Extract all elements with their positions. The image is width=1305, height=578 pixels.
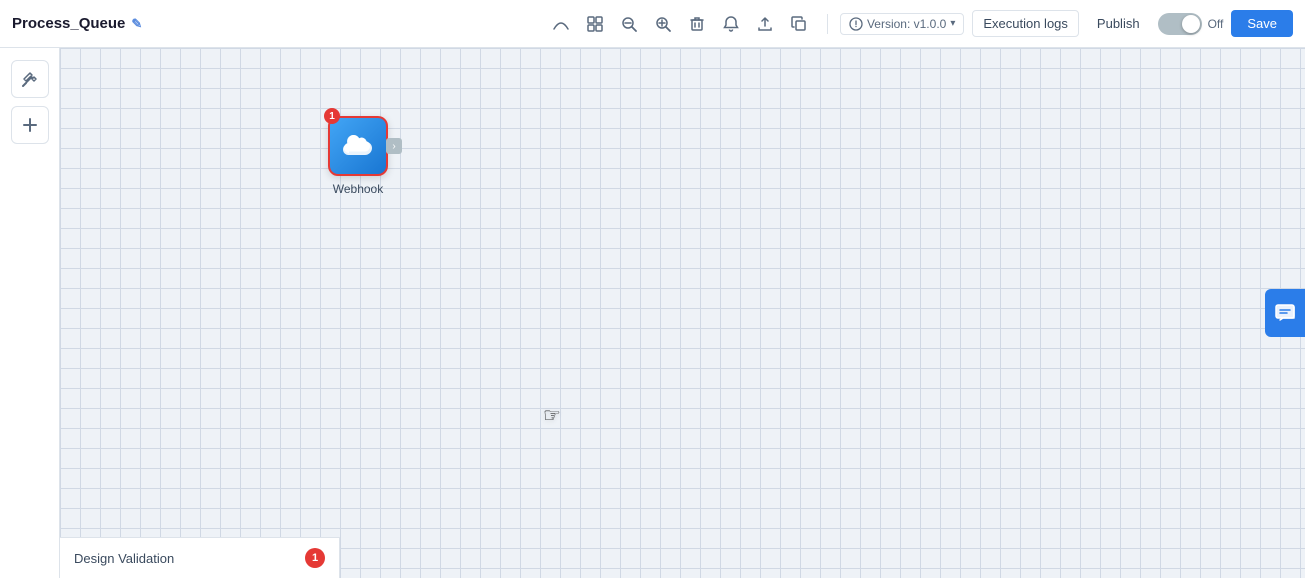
save-button[interactable]: Save [1231, 10, 1293, 37]
zoom-out-button[interactable] [613, 8, 645, 40]
curve-tool-button[interactable] [545, 8, 577, 40]
version-caret-icon: ▾ [950, 18, 955, 29]
page-title: Process_Queue ✎ [12, 15, 142, 32]
title-text: Process_Queue [12, 15, 125, 32]
node-box[interactable]: › [328, 116, 388, 176]
copy-button[interactable] [783, 8, 815, 40]
cloud-icon [341, 133, 375, 159]
left-sidebar [0, 48, 60, 578]
tools-button[interactable] [11, 60, 49, 98]
cursor: ☞ [543, 403, 561, 428]
right-panel-button[interactable] [1265, 289, 1305, 337]
upload-button[interactable] [749, 8, 781, 40]
toggle-container: Off [1158, 13, 1224, 35]
header: Process_Queue ✎ [0, 0, 1305, 48]
toggle-label: Off [1208, 17, 1224, 31]
delete-button[interactable] [681, 8, 713, 40]
publish-button[interactable]: Publish [1087, 11, 1150, 36]
toggle-switch[interactable] [1158, 13, 1202, 35]
toolbar-group [545, 8, 815, 40]
design-validation-label: Design Validation [74, 551, 174, 566]
add-node-button[interactable] [11, 106, 49, 144]
version-text: Version: v1.0.0 [867, 17, 946, 31]
grid-tool-button[interactable] [579, 8, 611, 40]
node-error-badge: 1 [324, 108, 340, 124]
version-badge[interactable]: Version: v1.0.0 ▾ [840, 13, 964, 35]
node-expand-arrow[interactable]: › [386, 138, 402, 154]
main-area: 1 › Webhook ☞ Design Validation 1 [0, 48, 1305, 578]
chat-icon [1274, 302, 1296, 324]
design-validation-panel[interactable]: Design Validation 1 [60, 537, 340, 578]
error-count-badge: 1 [305, 548, 325, 568]
separator-1 [827, 14, 828, 34]
execution-logs-button[interactable]: Execution logs [972, 10, 1079, 37]
node-label: Webhook [333, 182, 383, 196]
webhook-node[interactable]: 1 › Webhook [328, 116, 388, 196]
edit-icon[interactable]: ✎ [131, 16, 142, 32]
bell-button[interactable] [715, 8, 747, 40]
zoom-in-button[interactable] [647, 8, 679, 40]
toggle-knob [1182, 15, 1200, 33]
canvas[interactable]: 1 › Webhook ☞ Design Validation 1 [60, 48, 1305, 578]
